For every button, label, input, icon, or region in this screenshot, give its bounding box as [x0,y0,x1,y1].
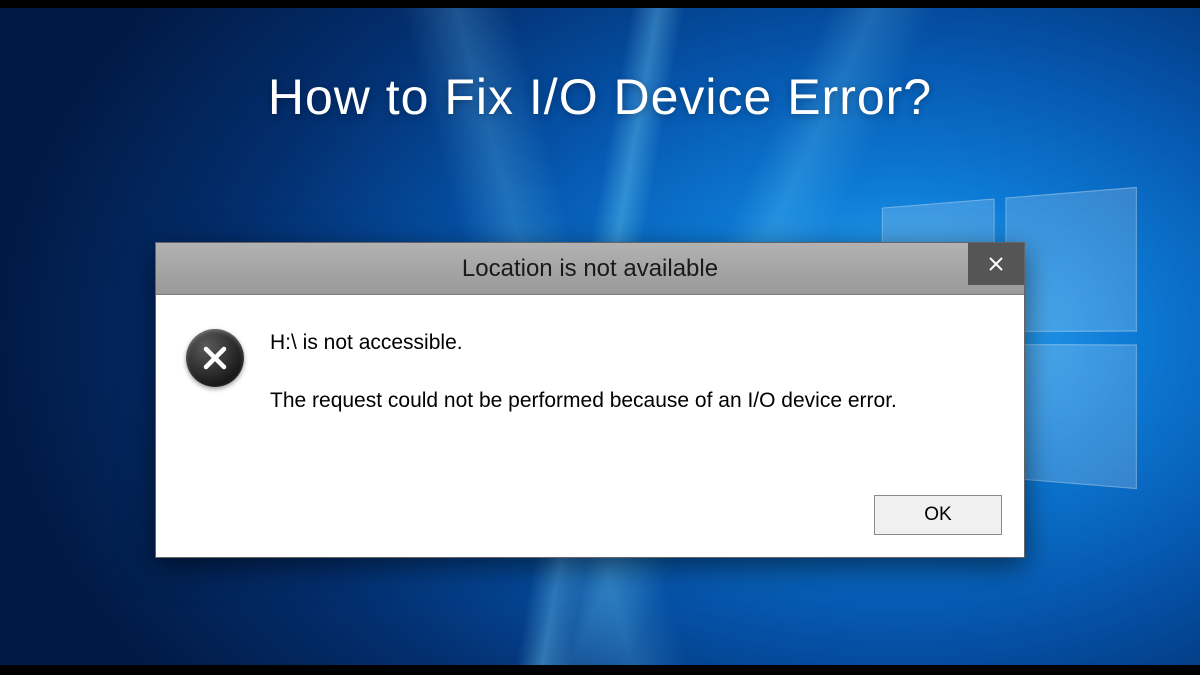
error-dialog: Location is not available H:\ is not acc… [155,242,1025,558]
page-title: How to Fix I/O Device Error? [0,68,1200,126]
dialog-message-line2: The request could not be performed becau… [270,385,994,417]
dialog-titlebar[interactable]: Location is not available [156,243,1024,295]
dialog-title: Location is not available [462,255,718,283]
error-icon-container [186,327,244,387]
dialog-body: H:\ is not accessible. The request could… [156,295,1024,495]
error-icon [186,329,244,387]
letterbox-bottom [0,665,1200,675]
dialog-message: H:\ is not accessible. The request could… [270,327,994,416]
close-button[interactable] [968,243,1024,285]
ok-button[interactable]: OK [874,495,1002,535]
dialog-footer: OK [156,495,1024,557]
dialog-message-line1: H:\ is not accessible. [270,327,994,359]
letterbox-top [0,0,1200,8]
close-icon [988,256,1004,272]
